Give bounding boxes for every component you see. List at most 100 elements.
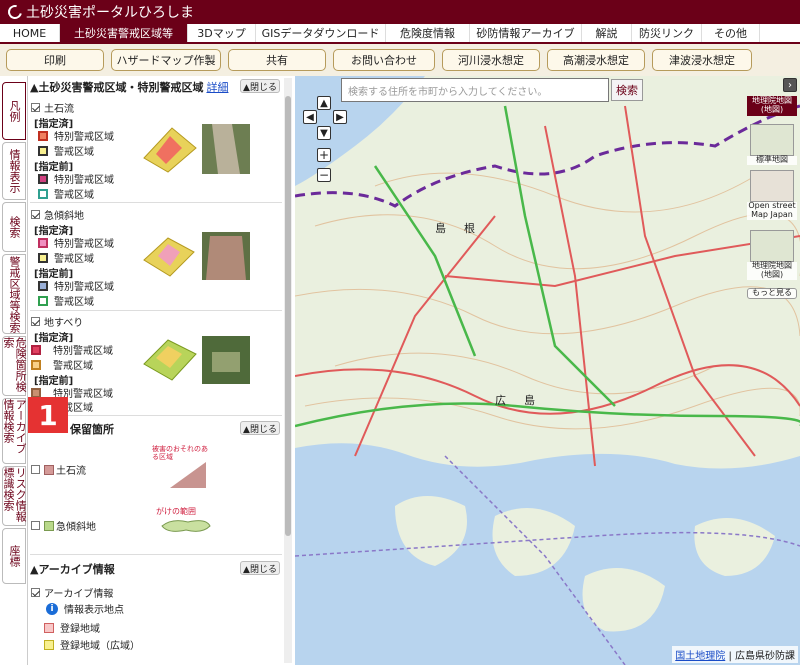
hold-steep-diagram — [161, 520, 211, 532]
layer-current[interactable]: 地理院地図(地図) — [747, 96, 797, 116]
checkbox[interactable] — [31, 465, 40, 474]
tab-gis-download[interactable]: GISデータダウンロード — [256, 24, 386, 42]
debris-illustration — [143, 127, 197, 173]
layer-thumb-standard[interactable] — [750, 124, 794, 156]
hold-steep-toggle[interactable]: 急傾斜地 — [31, 518, 96, 533]
tsunami-button[interactable]: 津波浸水想定 — [652, 49, 752, 71]
vtab-legend[interactable]: 凡例 — [2, 82, 26, 140]
share-button[interactable]: 共有 — [228, 49, 326, 71]
main-nav: HOME 土砂災害警戒区域等 3Dマップ GISデータダウンロード 危険度情報 … — [0, 24, 800, 44]
legend-item: 特別警戒区域 — [38, 171, 114, 186]
swatch — [38, 295, 48, 306]
hold-debris-diagram — [170, 462, 206, 488]
hazard-map-button[interactable]: ハザードマップ作製 — [111, 49, 221, 71]
side-tabs: 凡例 情報表示 検索 警戒区域等検索 危険箇所検索 アーカイブ情報検索 リスク情… — [0, 76, 28, 665]
swatch — [31, 387, 41, 398]
legend-item: 特別警戒区域 — [38, 235, 114, 250]
river-flood-button[interactable]: 河川浸水想定 — [442, 49, 540, 71]
steep-toggle[interactable]: 急傾斜地 — [31, 207, 84, 222]
vtab-area-search[interactable]: 警戒区域等検索 — [2, 254, 26, 334]
legend-item: 特別警戒区域 — [38, 278, 114, 293]
map-view[interactable]: 島根 広島 検索する住所を市町から入力してください。 検索 ▲ ◀ ▶ ▼ + … — [295, 76, 800, 665]
section-header-warning[interactable]: ▲ 土砂災害警戒区域・特別警戒区域 詳細 ▲閉じる — [30, 78, 282, 96]
swatch — [44, 622, 54, 633]
credit-link[interactable]: 国土地理院 — [675, 651, 725, 662]
close-button[interactable]: ▲閉じる — [240, 79, 280, 93]
app-title[interactable]: 土砂災害ポータルひろしま — [26, 2, 194, 22]
pan-left-icon[interactable]: ◀ — [303, 110, 317, 124]
detail-link[interactable]: 詳細 — [206, 79, 228, 95]
tab-danger-info[interactable]: 危険度情報 — [386, 24, 470, 42]
tab-disaster-links[interactable]: 防災リンク — [632, 24, 702, 42]
scroll-thumb[interactable] — [285, 96, 291, 536]
map-canvas — [295, 76, 800, 665]
hold-debris-toggle[interactable]: 土石流 — [31, 462, 86, 477]
pan-up-icon[interactable]: ▲ — [317, 96, 331, 110]
legend-item: 登録地域（広域） — [44, 637, 140, 652]
pan-right-icon[interactable]: ▶ — [333, 110, 347, 124]
section-title: アーカイブ情報 — [38, 563, 115, 576]
vtab-search[interactable]: 検索 — [2, 202, 26, 252]
archive-toggle[interactable]: アーカイブ情報 — [31, 585, 113, 600]
section-title: 保留箇所 — [70, 423, 114, 436]
swatch — [38, 237, 48, 248]
landslide-toggle[interactable]: 地すべり — [31, 314, 83, 329]
vtab-info-display[interactable]: 情報表示 — [2, 142, 26, 200]
contact-button[interactable]: お問い合わせ — [333, 49, 435, 71]
checkbox[interactable] — [31, 317, 40, 326]
checkbox[interactable] — [31, 521, 40, 530]
search-button[interactable]: 検索 — [611, 79, 643, 101]
callout-badge: 1 — [28, 397, 68, 433]
swatch — [38, 280, 48, 291]
vtab-danger-search[interactable]: 危険箇所検索 — [2, 336, 27, 396]
swatch — [38, 130, 48, 141]
tab-warning-areas[interactable]: 土砂災害警戒区域等 — [60, 24, 188, 42]
zoom-out-icon[interactable]: − — [317, 168, 331, 182]
legend-panel: ▲ 土砂災害警戒区域・特別警戒区域 詳細 ▲閉じる 土石流 [指定済] 特別警戒… — [28, 76, 294, 665]
close-button[interactable]: ▲閉じる — [240, 561, 280, 575]
tab-explanation[interactable]: 解説 — [582, 24, 632, 42]
checkbox[interactable] — [31, 210, 40, 219]
expand-icon[interactable]: › — [783, 78, 797, 92]
address-search-input[interactable]: 検索する住所を市町から入力してください。 — [341, 78, 609, 102]
layer-osm-label[interactable]: Open street Map Japan — [747, 201, 797, 220]
layer-switcher: 地理院地図(地図) 標準地図 Open street Map Japan 地理院… — [747, 96, 797, 306]
place-label-shimane: 島根 — [435, 222, 493, 235]
debris-toggle[interactable]: 土石流 — [31, 100, 74, 115]
vtab-archive-search[interactable]: アーカイブ情報検索 — [2, 398, 27, 464]
section-title: 土砂災害警戒区域・特別警戒区域 — [38, 81, 204, 94]
layer-thumb-osm[interactable] — [750, 170, 794, 202]
swatch — [31, 359, 41, 370]
checkbox[interactable] — [31, 103, 40, 112]
layer-standard-label[interactable]: 標準地図 — [747, 155, 797, 165]
close-button[interactable]: ▲閉じる — [240, 421, 280, 435]
tab-home[interactable]: HOME — [0, 24, 60, 42]
divider — [30, 310, 282, 311]
checkbox[interactable] — [31, 588, 40, 597]
legend-item: 警戒区域 — [38, 186, 94, 201]
print-button[interactable]: 印刷 — [6, 49, 104, 71]
tab-sabo-archive[interactable]: 砂防情報アーカイブ — [470, 24, 582, 42]
layer-thumb-gsi[interactable] — [750, 230, 794, 262]
tab-other[interactable]: その他 — [702, 24, 760, 42]
debris-photo — [202, 124, 250, 174]
section-header-archive[interactable]: ▲ アーカイブ情報 ▲閉じる — [30, 560, 282, 578]
layer-gsi-label[interactable]: 地理院地図(地図) — [747, 261, 797, 280]
swatch — [38, 188, 48, 199]
more-layers-button[interactable]: もっと見る — [747, 288, 797, 299]
place-label-hiroshima: 広島 — [495, 394, 553, 407]
zoom-in-icon[interactable]: + — [317, 148, 331, 162]
tab-3d-map[interactable]: 3Dマップ — [188, 24, 256, 42]
vtab-coordinates[interactable]: 座標 — [2, 528, 26, 584]
panel-scrollbar[interactable] — [284, 78, 292, 663]
vtab-risk-sign-search[interactable]: リスク情報標識検索 — [2, 466, 27, 526]
toolbar: 印刷 ハザードマップ作製 共有 お問い合わせ 河川浸水想定 高潮浸水想定 津波浸… — [0, 44, 800, 76]
swatch — [44, 464, 54, 475]
info-icon: i — [46, 602, 58, 615]
swatch — [44, 639, 54, 650]
legend-item: 特別警戒区域 — [31, 342, 113, 357]
storm-surge-button[interactable]: 高潮浸水想定 — [547, 49, 645, 71]
swatch — [31, 344, 41, 355]
pan-down-icon[interactable]: ▼ — [317, 126, 331, 140]
legend-item: 警戒区域 — [38, 250, 94, 265]
